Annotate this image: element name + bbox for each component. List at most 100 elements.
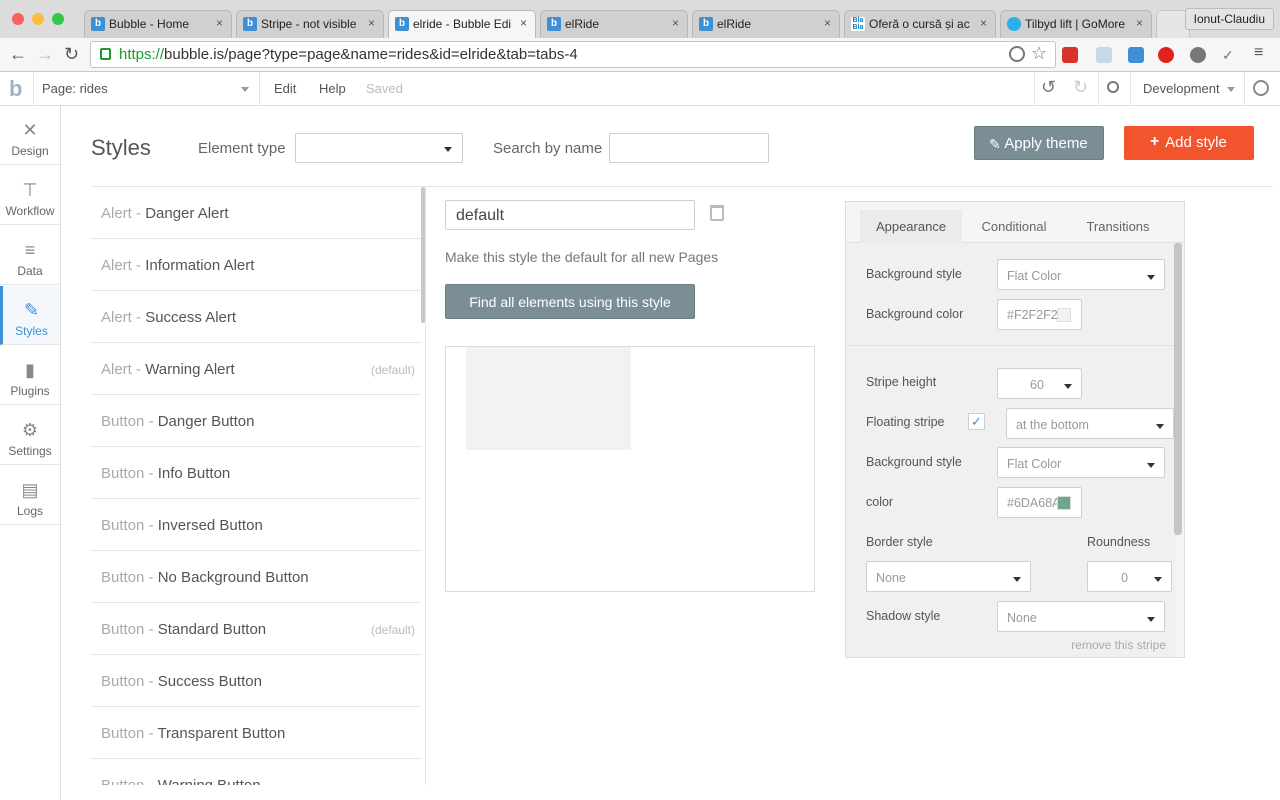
- tab-transitions[interactable]: Transitions: [1066, 210, 1170, 243]
- list-item[interactable]: Button - Info Button: [91, 447, 421, 499]
- page-selector-label: Page: rides: [42, 81, 108, 96]
- stripe-background-style-dropdown[interactable]: Flat Color: [997, 447, 1165, 478]
- sidebar-item-workflow[interactable]: ⊤ Workflow: [0, 166, 60, 225]
- close-window-icon[interactable]: [12, 13, 24, 25]
- find-elements-button[interactable]: Find all elements using this style: [445, 284, 695, 319]
- video-extension-icon[interactable]: [1062, 47, 1078, 63]
- chevron-down-icon: [1147, 275, 1155, 280]
- close-tab-icon[interactable]: ×: [216, 16, 223, 30]
- bubble-logo[interactable]: b: [0, 72, 34, 106]
- background-style-dropdown[interactable]: Flat Color: [997, 259, 1165, 290]
- url-scheme: https://: [119, 46, 165, 63]
- divider: [425, 187, 426, 785]
- close-tab-icon[interactable]: ×: [824, 16, 831, 30]
- list-item[interactable]: Button - Inversed Button: [91, 499, 421, 551]
- remove-stripe-link[interactable]: remove this stripe: [1071, 638, 1166, 652]
- background-color-picker[interactable]: #F2F2F2: [997, 299, 1082, 330]
- bookmark-star-icon[interactable]: ☆: [1031, 43, 1047, 64]
- properties-scrollbar[interactable]: [1174, 243, 1182, 535]
- bubble-logo-icon: b: [9, 76, 23, 101]
- close-tab-icon[interactable]: ×: [980, 16, 987, 30]
- style-name-input[interactable]: default: [445, 200, 695, 230]
- sidebar-item-logs[interactable]: ▤ Logs: [0, 466, 60, 525]
- forward-arrow-icon[interactable]: →: [36, 44, 54, 65]
- maximize-window-icon[interactable]: [52, 13, 64, 25]
- browser-tab[interactable]: Bla Bla Oferă o cursă și ac ×: [844, 10, 996, 38]
- sidebar-item-plugins[interactable]: ▮ Plugins: [0, 346, 60, 405]
- address-bar[interactable]: https://bubble.is/page?type=page&name=ri…: [90, 41, 1056, 68]
- tab-conditional[interactable]: Conditional: [962, 210, 1066, 243]
- make-default-link[interactable]: Make this style the default for all new …: [445, 249, 718, 265]
- floating-stripe-checkbox[interactable]: ✓: [968, 413, 985, 430]
- cast-extension-icon[interactable]: [1128, 47, 1144, 63]
- list-item[interactable]: Button - No Background Button: [91, 551, 421, 603]
- list-item[interactable]: Button - Warning Button: [91, 759, 421, 785]
- gomore-favicon-icon: [1007, 17, 1021, 31]
- list-item[interactable]: Button - Transparent Button: [91, 707, 421, 759]
- checkmark-icon: ✓: [971, 414, 982, 429]
- check-extension-icon[interactable]: ✓: [1222, 47, 1238, 63]
- close-tab-icon[interactable]: ×: [672, 16, 679, 30]
- location-target-icon[interactable]: [1009, 46, 1025, 62]
- undo-icon[interactable]: ↺: [1041, 77, 1056, 98]
- roundness-dropdown[interactable]: 0: [1087, 561, 1172, 592]
- list-item[interactable]: Button - Standard Button (default): [91, 603, 421, 655]
- list-item[interactable]: Alert - Danger Alert: [91, 187, 421, 239]
- add-style-button[interactable]: + Add style: [1124, 126, 1254, 160]
- browser-tab-active[interactable]: b elride - Bubble Edi ×: [388, 10, 536, 38]
- apply-theme-button[interactable]: ✎ Apply theme: [974, 126, 1104, 160]
- browser-tab[interactable]: Tilbyd lift | GoMore ×: [1000, 10, 1152, 38]
- browser-tab[interactable]: b Stripe - not visible ×: [236, 10, 384, 38]
- stripe-height-label: Stripe height: [866, 375, 937, 389]
- sidebar-item-label: Data: [17, 264, 43, 278]
- browser-tab[interactable]: b elRide ×: [692, 10, 840, 38]
- reload-icon[interactable]: ↻: [64, 44, 79, 65]
- list-item[interactable]: Alert - Warning Alert (default): [91, 343, 421, 395]
- list-item[interactable]: Alert - Information Alert: [91, 239, 421, 291]
- search-icon[interactable]: [1107, 81, 1119, 93]
- tab-appearance[interactable]: Appearance: [860, 210, 962, 244]
- plugins-icon: ▮: [25, 360, 35, 380]
- camera-extension-icon[interactable]: [1190, 47, 1206, 63]
- environment-selector[interactable]: Development: [1143, 81, 1235, 96]
- list-item[interactable]: Button - Danger Button: [91, 395, 421, 447]
- browser-tab[interactable]: b Bubble - Home ×: [84, 10, 232, 38]
- sidebar-item-design[interactable]: ✕ Design: [0, 106, 60, 165]
- dropbox-extension-icon[interactable]: [1096, 47, 1112, 63]
- floating-position-dropdown[interactable]: at the bottom: [1006, 408, 1174, 439]
- page-title: Styles: [91, 135, 151, 160]
- sidebar-item-label: Workflow: [5, 204, 55, 218]
- sidebar-item-settings[interactable]: ⚙ Settings: [0, 406, 60, 465]
- opera-extension-icon[interactable]: [1158, 47, 1174, 63]
- profile-button[interactable]: Ionut-Claudiu: [1184, 8, 1274, 30]
- browser-menu-icon[interactable]: ≡: [1254, 44, 1263, 62]
- stripe-color-picker[interactable]: #6DA68A: [997, 487, 1082, 518]
- user-account-icon[interactable]: [1253, 80, 1269, 96]
- minimize-window-icon[interactable]: [32, 13, 44, 25]
- data-icon: ≡: [24, 240, 36, 260]
- style-name: Information Alert: [145, 257, 255, 274]
- redo-icon[interactable]: ↻: [1073, 77, 1088, 98]
- list-item[interactable]: Alert - Success Alert: [91, 291, 421, 343]
- trash-icon[interactable]: [710, 205, 724, 221]
- close-tab-icon[interactable]: ×: [520, 16, 527, 30]
- sidebar-item-styles[interactable]: ✎ Styles: [0, 286, 60, 345]
- help-menu[interactable]: Help: [319, 81, 346, 96]
- chevron-down-icon: [1227, 87, 1235, 92]
- stripe-height-dropdown[interactable]: 60: [997, 368, 1082, 399]
- shadow-style-dropdown[interactable]: None: [997, 601, 1165, 632]
- page-selector[interactable]: Page: rides: [34, 72, 260, 106]
- search-by-name-input[interactable]: [609, 133, 769, 163]
- edit-menu[interactable]: Edit: [274, 81, 296, 96]
- element-type-dropdown[interactable]: [295, 133, 463, 163]
- style-name: Warning Alert: [145, 361, 235, 378]
- close-tab-icon[interactable]: ×: [1136, 16, 1143, 30]
- back-arrow-icon[interactable]: ←: [9, 44, 27, 65]
- close-tab-icon[interactable]: ×: [368, 16, 375, 30]
- roundness-value: 0: [1121, 571, 1128, 585]
- style-category: Button: [101, 621, 145, 638]
- browser-tab[interactable]: b elRide ×: [540, 10, 688, 38]
- sidebar-item-data[interactable]: ≡ Data: [0, 226, 60, 285]
- list-item[interactable]: Button - Success Button: [91, 655, 421, 707]
- border-style-dropdown[interactable]: None: [866, 561, 1031, 592]
